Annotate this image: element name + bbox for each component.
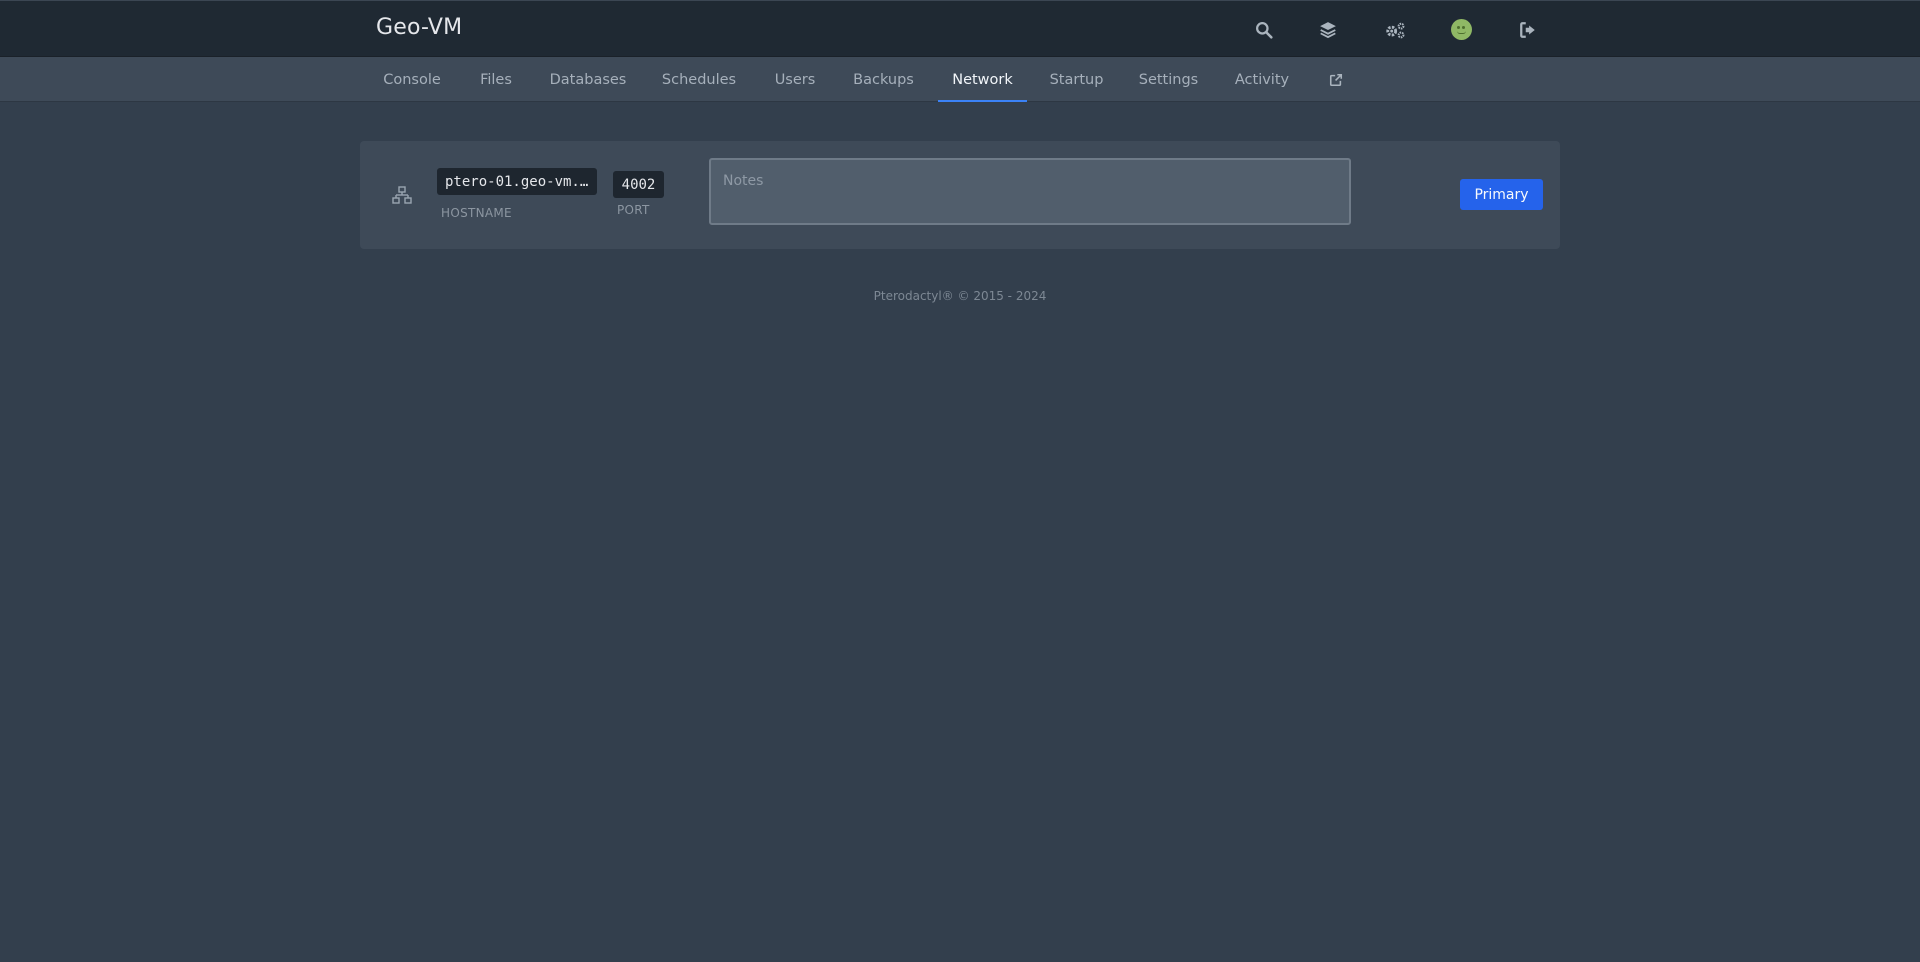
layers-icon[interactable] — [1317, 19, 1339, 41]
tab-activity[interactable]: Activity — [1230, 57, 1294, 102]
port-value[interactable]: 4002 — [613, 171, 664, 198]
tab-users[interactable]: Users — [768, 57, 822, 102]
tab-settings[interactable]: Settings — [1132, 57, 1205, 102]
tab-backups[interactable]: Backups — [847, 57, 920, 102]
tab-schedules[interactable]: Schedules — [656, 57, 742, 102]
hostname-value[interactable]: ptero-01.geo-vm.net — [437, 168, 597, 195]
logout-icon[interactable] — [1517, 19, 1539, 41]
tab-console[interactable]: Console — [376, 57, 448, 102]
search-icon[interactable] — [1253, 19, 1275, 41]
hostname-label: HOSTNAME — [441, 206, 512, 220]
tab-files[interactable]: Files — [472, 57, 520, 102]
server-subnav: Console Files Databases Schedules Users … — [0, 57, 1920, 102]
notes-input[interactable] — [709, 158, 1351, 225]
allocation-row: ptero-01.geo-vm.net HOSTNAME 4002 PORT P… — [360, 141, 1560, 249]
top-bar: Geo-VM — [0, 0, 1920, 57]
network-icon — [392, 185, 412, 205]
avatar[interactable] — [1451, 19, 1472, 40]
primary-button[interactable]: Primary — [1460, 179, 1543, 210]
server-name[interactable]: Geo-VM — [376, 15, 462, 40]
footer-copyright: Pterodactyl® © 2015 - 2024 — [873, 289, 1047, 303]
tab-databases[interactable]: Databases — [545, 57, 631, 102]
tab-network[interactable]: Network — [938, 57, 1027, 102]
port-label: PORT — [617, 203, 650, 217]
cogs-icon[interactable] — [1382, 19, 1408, 41]
tab-startup[interactable]: Startup — [1045, 57, 1108, 102]
external-link-icon[interactable] — [1320, 57, 1352, 102]
